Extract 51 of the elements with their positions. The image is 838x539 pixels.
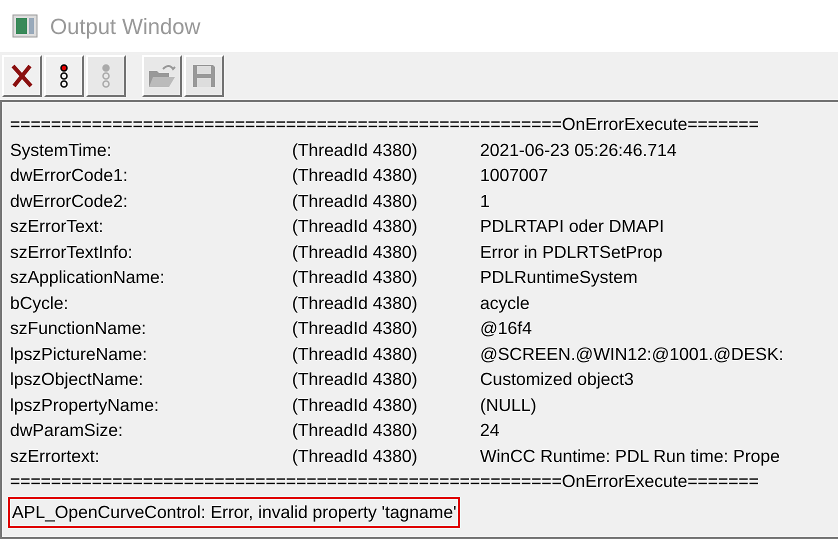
field-name: lpszObjectName:	[10, 368, 144, 391]
field-value: PDLRTAPI oder DMAPI	[480, 215, 664, 238]
thread-id: (ThreadId 4380)	[292, 266, 418, 289]
thread-id: (ThreadId 4380)	[292, 419, 418, 442]
field-name: szApplicationName:	[10, 266, 166, 289]
folder-icon	[147, 63, 177, 89]
thread-id: (ThreadId 4380)	[292, 444, 418, 468]
traffic-light-icon	[59, 64, 69, 88]
thread-id: (ThreadId 4380)	[292, 138, 418, 162]
field-name: szErrorText:	[10, 215, 104, 238]
field-value: 24	[480, 419, 500, 442]
field-name: bCycle:	[10, 292, 70, 315]
field-value: Error in PDLRTSetProp	[480, 240, 663, 264]
field-value: 2021-06-23 05:26:46.714	[480, 138, 677, 162]
field-name: lpszPictureName:	[10, 342, 148, 366]
toolbar-button[interactable]	[2, 55, 42, 97]
thread-id: (ThreadId 4380)	[292, 394, 418, 417]
delete-icon	[10, 63, 34, 89]
field-name: SystemTime:	[10, 138, 112, 162]
separator-line: ======================================================OnErrorExecute=======	[10, 113, 759, 136]
field-value: PDLRuntimeSystem	[480, 266, 638, 289]
thread-id: (ThreadId 4380)	[292, 164, 418, 187]
field-name: szErrorTextInfo:	[10, 240, 134, 264]
error-message: APL_OpenCurveControl: Error, invalid property 'tagname'	[8, 496, 460, 528]
thread-id: (ThreadId 4380)	[292, 190, 418, 213]
field-name: szErrortext:	[10, 444, 100, 468]
field-value: (NULL)	[480, 394, 536, 417]
window-icon	[12, 14, 38, 38]
field-value: 1007007	[480, 164, 548, 187]
toolbar-button[interactable]	[44, 55, 84, 97]
window-title: Output Window	[50, 12, 200, 41]
traffic-light-icon	[101, 64, 111, 88]
thread-id: (ThreadId 4380)	[292, 342, 418, 366]
field-value: WinCC Runtime: PDL Run time: Prope	[480, 444, 780, 468]
field-name: lpszPropertyName:	[10, 394, 160, 417]
field-value: acycle	[480, 292, 530, 315]
thread-id: (ThreadId 4380)	[292, 240, 418, 264]
thread-id: (ThreadId 4380)	[292, 215, 418, 238]
thread-id: (ThreadId 4380)	[292, 292, 418, 315]
field-name: dwErrorCode1:	[10, 164, 129, 187]
thread-id: (ThreadId 4380)	[292, 317, 418, 340]
field-value: Customized object3	[480, 368, 634, 391]
field-name: dwParamSize:	[10, 419, 124, 442]
field-value: @16f4	[480, 317, 532, 340]
field-name: dwErrorCode2:	[10, 190, 129, 212]
field-value: 1	[480, 190, 490, 212]
save-icon	[191, 63, 217, 89]
separator-line: ======================================================OnErrorExecute=======	[10, 470, 759, 493]
field-name: szFunctionName:	[10, 317, 148, 340]
thread-id: (ThreadId 4380)	[292, 368, 418, 391]
field-value: @SCREEN.@WIN12:@1001.@DESK:	[480, 342, 784, 366]
